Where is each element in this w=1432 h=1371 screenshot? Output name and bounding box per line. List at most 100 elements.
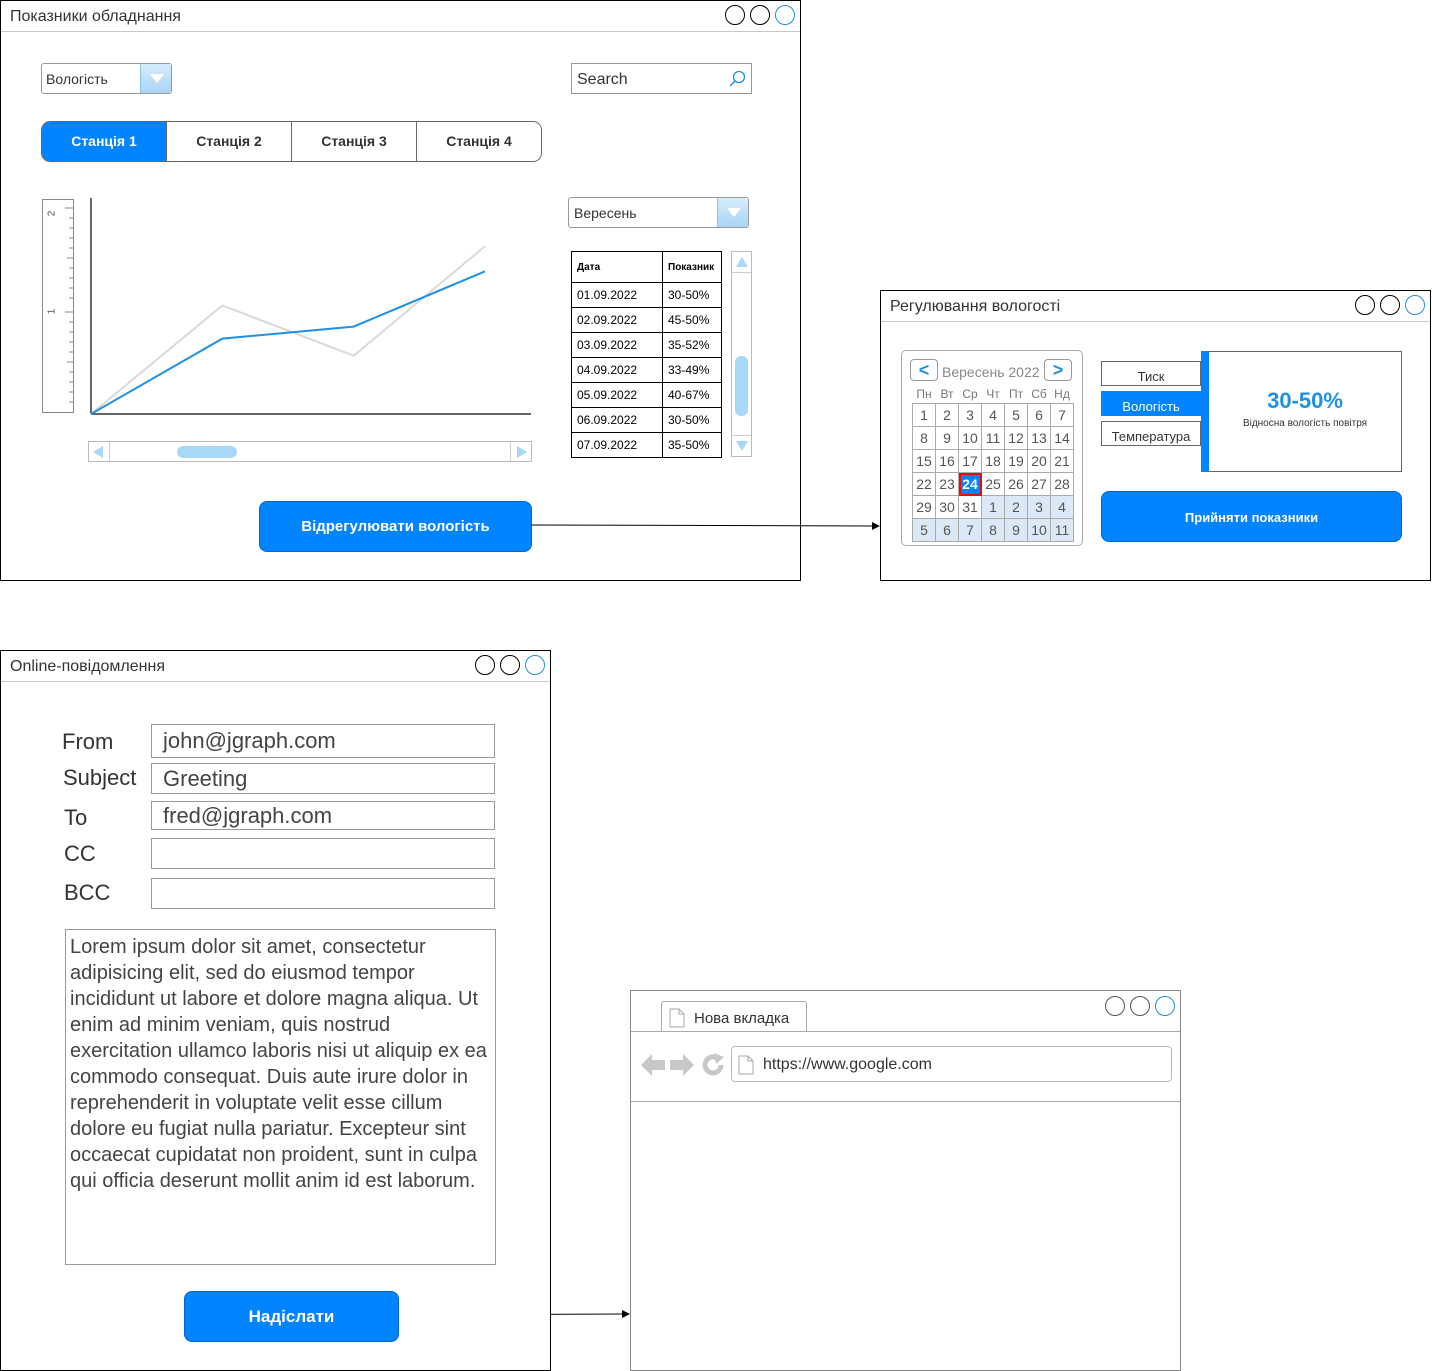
scroll-up-arrow-icon[interactable] [736, 257, 748, 267]
tab-temperature[interactable]: Температура [1101, 421, 1201, 446]
calendar-day[interactable]: 11 [1050, 518, 1074, 542]
calendar-day[interactable]: 24 [958, 472, 982, 496]
calendar-day[interactable]: 2 [1004, 495, 1028, 519]
table-row[interactable]: 04.09.2022 33-49% [571, 357, 722, 383]
message-body[interactable]: Lorem ipsum dolor sit amet, consectetur … [65, 929, 496, 1265]
reload-icon[interactable] [701, 1053, 725, 1077]
calendar-day[interactable]: 21 [1050, 449, 1074, 473]
minimize-button[interactable] [725, 5, 745, 25]
vertical-scrollbar[interactable] [731, 251, 752, 457]
close-button[interactable] [775, 5, 795, 25]
close-button[interactable] [1155, 996, 1175, 1016]
from-field[interactable]: john@jgraph.com [151, 724, 495, 758]
calendar-day[interactable]: 4 [1050, 495, 1074, 519]
accept-readings-button[interactable]: Прийняти показники [1101, 491, 1402, 542]
calendar-day[interactable]: 17 [958, 449, 982, 473]
close-button[interactable] [1405, 295, 1425, 315]
parameter-select[interactable]: Вологість [41, 63, 172, 94]
chevron-down-icon[interactable] [717, 198, 748, 227]
send-button[interactable]: Надіслати [184, 1291, 399, 1342]
search-icon[interactable] [727, 69, 747, 89]
tab-station-3[interactable]: Станція 3 [292, 122, 417, 161]
minimize-button[interactable] [1105, 996, 1125, 1016]
table-row[interactable]: 06.09.2022 30-50% [571, 407, 722, 433]
table-row[interactable]: 07.09.2022 35-50% [571, 432, 722, 458]
maximize-button[interactable] [1130, 996, 1150, 1016]
maximize-button[interactable] [500, 655, 520, 675]
calendar-day[interactable]: 5 [912, 518, 936, 542]
calendar-day[interactable]: 6 [935, 518, 959, 542]
calendar-day[interactable]: 12 [1004, 426, 1028, 450]
table-row[interactable]: 02.09.2022 45-50% [571, 307, 722, 333]
maximize-button[interactable] [1380, 295, 1400, 315]
calendar-day[interactable]: 10 [958, 426, 982, 450]
scroll-thumb[interactable] [735, 356, 748, 416]
to-field[interactable]: fred@jgraph.com [151, 801, 495, 830]
calendar-day[interactable]: 4 [981, 403, 1005, 427]
calendar-day[interactable]: 28 [1050, 472, 1074, 496]
subject-field[interactable]: Greeting [151, 763, 495, 794]
cc-field[interactable] [151, 838, 495, 869]
calendar-day[interactable]: 6 [1027, 403, 1051, 427]
calendar-day[interactable]: 18 [981, 449, 1005, 473]
calendar-day[interactable]: 29 [912, 495, 936, 519]
bcc-field[interactable] [151, 878, 495, 909]
tab-station-1[interactable]: Станція 1 [42, 122, 167, 161]
calendar-day[interactable]: 30 [935, 495, 959, 519]
calendar-day[interactable]: 7 [1050, 403, 1074, 427]
calendar-day[interactable]: 9 [935, 426, 959, 450]
tab-station-2[interactable]: Станція 2 [167, 122, 292, 161]
next-month-button[interactable]: > [1044, 359, 1072, 381]
calendar-day[interactable]: 22 [912, 472, 936, 496]
adjust-humidity-button[interactable]: Відрегулювати вологість [259, 501, 532, 552]
address-bar[interactable]: https://www.google.com [731, 1046, 1172, 1082]
calendar-day[interactable]: 1 [912, 403, 936, 427]
maximize-button[interactable] [750, 5, 770, 25]
table-row[interactable]: 03.09.2022 35-52% [571, 332, 722, 358]
calendar-day[interactable]: 8 [981, 518, 1005, 542]
calendar-day[interactable]: 7 [958, 518, 982, 542]
prev-month-button[interactable]: < [910, 359, 938, 381]
horizontal-scrollbar[interactable] [88, 441, 532, 462]
calendar-day[interactable]: 3 [958, 403, 982, 427]
calendar-day[interactable]: 15 [912, 449, 936, 473]
table-row[interactable]: 05.09.2022 40-67% [571, 382, 722, 408]
scroll-right-arrow-icon[interactable] [517, 446, 527, 458]
calendar-week: 29 30 31 1 2 3 4 [912, 495, 1074, 519]
browser-tab[interactable]: Нова вкладка [661, 1001, 807, 1032]
close-button[interactable] [525, 655, 545, 675]
minimize-button[interactable] [475, 655, 495, 675]
calendar-day[interactable]: 9 [1004, 518, 1028, 542]
scroll-down-arrow-icon[interactable] [736, 441, 748, 451]
search-input[interactable]: Search [571, 63, 752, 94]
calendar-day[interactable]: 23 [935, 472, 959, 496]
calendar-day[interactable]: 25 [981, 472, 1005, 496]
table-row[interactable]: 01.09.2022 30-50% [571, 282, 722, 308]
browser-toolbar: https://www.google.com [631, 1031, 1180, 1102]
calendar-day[interactable]: 20 [1027, 449, 1051, 473]
calendar-day[interactable]: 8 [912, 426, 936, 450]
back-arrow-icon[interactable] [641, 1054, 665, 1076]
calendar-day[interactable]: 5 [1004, 403, 1028, 427]
tab-humidity[interactable]: Вологість [1101, 391, 1201, 416]
chevron-down-icon[interactable] [140, 64, 171, 93]
forward-arrow-icon[interactable] [670, 1054, 694, 1076]
scroll-left-arrow-icon[interactable] [93, 446, 103, 458]
calendar-day[interactable]: 14 [1050, 426, 1074, 450]
calendar-day[interactable]: 27 [1027, 472, 1051, 496]
tab-station-4[interactable]: Станція 4 [417, 122, 541, 161]
minimize-button[interactable] [1355, 295, 1375, 315]
tab-pressure[interactable]: Тиск [1101, 361, 1201, 386]
calendar-day[interactable]: 26 [1004, 472, 1028, 496]
calendar-day[interactable]: 3 [1027, 495, 1051, 519]
calendar-day[interactable]: 2 [935, 403, 959, 427]
calendar-day[interactable]: 19 [1004, 449, 1028, 473]
calendar-day[interactable]: 11 [981, 426, 1005, 450]
calendar-day[interactable]: 1 [981, 495, 1005, 519]
calendar-day[interactable]: 16 [935, 449, 959, 473]
month-select[interactable]: Вересень [568, 197, 749, 228]
scroll-thumb[interactable] [177, 446, 237, 458]
calendar-day[interactable]: 13 [1027, 426, 1051, 450]
calendar-day[interactable]: 10 [1027, 518, 1051, 542]
calendar-day[interactable]: 31 [958, 495, 982, 519]
